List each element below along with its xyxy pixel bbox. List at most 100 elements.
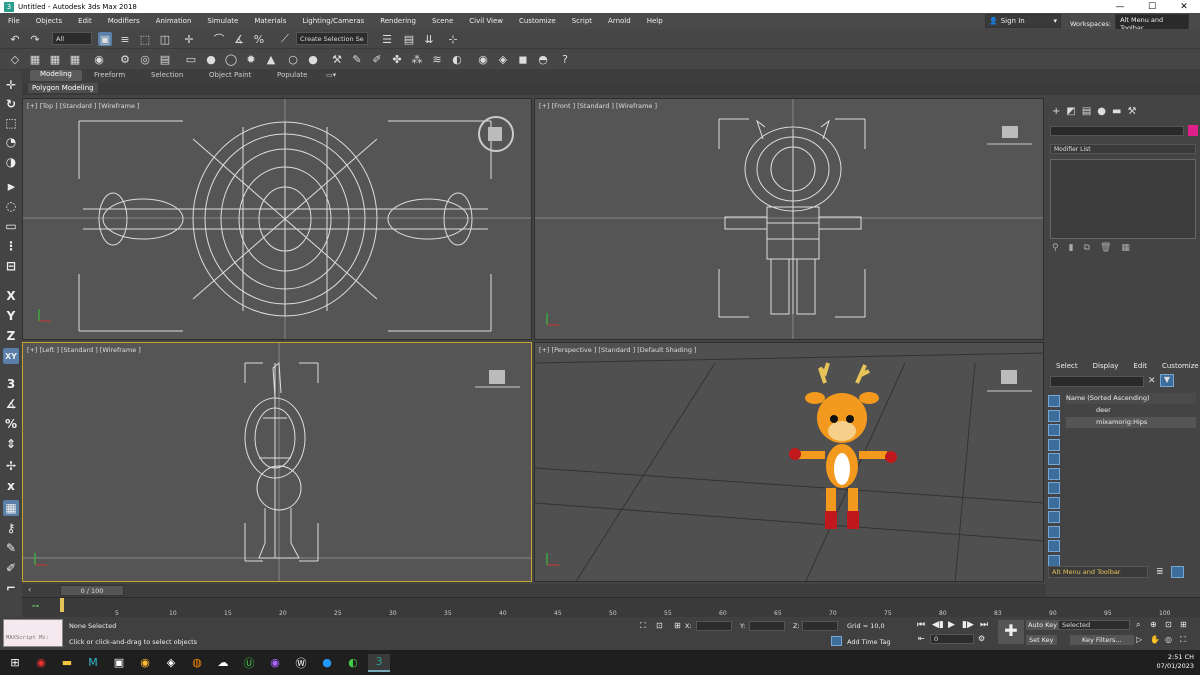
select-object-icon[interactable]: ▣ (98, 32, 112, 46)
z-coord-field[interactable] (802, 621, 838, 631)
axis-x-icon[interactable]: X (3, 288, 19, 304)
previous-key-icon[interactable]: ◀▮ (932, 620, 944, 630)
xform-icon[interactable]: x (3, 478, 19, 494)
scene-object-hips[interactable]: mixamorig:Hips (1066, 417, 1196, 428)
filter-icon[interactable]: ▼ (1160, 374, 1174, 387)
percent-snap-icon[interactable]: % (252, 32, 266, 46)
brush-icon[interactable]: ✐ (370, 52, 384, 66)
time-tag-icon[interactable] (831, 636, 842, 646)
system-clock[interactable]: 2:51 CH 07/01/2023 (1157, 653, 1194, 671)
photo-app-icon[interactable]: ▣ (108, 654, 130, 672)
place-tool-icon[interactable]: ◔ (3, 134, 19, 150)
modifier-icon[interactable]: ⚒ (330, 52, 344, 66)
angle-snap-left-icon[interactable]: ∡ (3, 396, 19, 412)
spacing-icon[interactable]: ⋮ (3, 238, 19, 254)
select-by-name-icon[interactable]: ≡ (118, 32, 132, 46)
maxscript-listener[interactable]: MAXScript Mi: (3, 619, 63, 647)
menu-lighting-cameras[interactable]: Lighting/Cameras (294, 17, 372, 25)
key-icon[interactable]: ⚷ (3, 520, 19, 536)
paint-icon[interactable]: ✎ (350, 52, 364, 66)
orbit-icon[interactable]: ◎ (1165, 635, 1172, 644)
tab-object-paint[interactable]: Object Paint (209, 71, 251, 79)
time-slider[interactable]: 0 / 100 (60, 585, 124, 596)
snaps-3d-icon[interactable]: 3 (3, 376, 19, 392)
move-tool-icon[interactable]: ✛ (3, 77, 19, 93)
isolate-icon[interactable]: ◎ (138, 52, 152, 66)
upwork-icon[interactable]: Ⓤ (238, 654, 260, 672)
display-warps-icon[interactable] (1048, 511, 1060, 523)
maximize-viewport-icon[interactable]: ⛶ (1180, 635, 1186, 645)
maximize-button[interactable]: ☐ (1136, 2, 1168, 12)
modifier-stack[interactable] (1050, 159, 1196, 239)
teapot-icon[interactable]: ◉ (92, 52, 106, 66)
maps-icon[interactable]: ◐ (342, 654, 364, 672)
render-setup-icon[interactable]: ▦ (28, 52, 42, 66)
menu-edit[interactable]: Edit (70, 17, 100, 25)
viewport-perspective[interactable]: [+] [Perspective ] [Standard ] [Default … (534, 342, 1044, 582)
track-bar[interactable]: ⊶ 5 10 15 20 25 30 35 40 45 50 55 60 65 … (22, 597, 1200, 617)
named-selection-set-dropdown[interactable]: Create Selection Se (296, 32, 368, 45)
display-helpers-icon[interactable] (1048, 496, 1060, 509)
display-cameras-icon[interactable] (1048, 482, 1060, 494)
utilities-tab-icon[interactable]: ⚒ (1127, 106, 1136, 117)
x-coord-field[interactable] (696, 621, 732, 631)
pivot-tool-icon[interactable]: ◑ (3, 154, 19, 170)
time-config-icon[interactable]: ⚙ (978, 634, 985, 643)
menu-help[interactable]: Help (639, 17, 671, 25)
viewport-top[interactable]: [+] [Top ] [Standard ] [Wireframe ] (22, 98, 532, 340)
scale-tool-icon[interactable]: ⬚ (3, 115, 19, 131)
blend-icon[interactable]: ⁂ (410, 52, 424, 66)
hair-icon[interactable]: ≋ (430, 52, 444, 66)
environment-icon[interactable]: ◼ (516, 52, 530, 66)
help-icon[interactable]: ? (558, 52, 572, 66)
file-explorer-icon[interactable]: ▬ (56, 654, 78, 672)
fov-icon[interactable]: ▷ (1136, 635, 1142, 644)
set-key-big-icon[interactable]: ✚ (998, 620, 1024, 644)
hierarchy-tab-icon[interactable]: ▤ (1082, 106, 1091, 117)
cone-primitive-icon[interactable]: ▲ (264, 52, 278, 66)
motion-tab-icon[interactable]: ● (1097, 106, 1106, 117)
create-tab-icon[interactable]: + (1052, 106, 1060, 117)
unity-icon[interactable]: ◈ (160, 654, 182, 672)
circle-shape-icon[interactable]: ○ (286, 52, 300, 66)
tab-selection[interactable]: Selection (151, 71, 183, 79)
auto-key-button[interactable]: Auto Key (1026, 620, 1059, 630)
menu-modifiers[interactable]: Modifiers (100, 17, 148, 25)
isolate-selection-icon[interactable]: ⛶ (640, 621, 646, 631)
maya-icon[interactable]: M (82, 654, 104, 672)
polygon-modeling-label[interactable]: Polygon Modeling (28, 83, 98, 93)
render-icon[interactable]: ◉ (476, 52, 490, 66)
menu-customize[interactable]: Customize (511, 17, 564, 25)
y-coord-field[interactable] (749, 621, 785, 631)
edit-named-selection-icon[interactable]: ⟋ (278, 32, 292, 46)
spinner-snap-icon[interactable]: ⇕ (3, 436, 19, 452)
sign-in-button[interactable]: 👤 Sign In ▾ (985, 14, 1061, 28)
schematic-view-icon[interactable]: ⊹ (446, 32, 460, 46)
make-unique-icon[interactable]: ⧉ (1084, 243, 1090, 253)
key-filters-button[interactable]: Key Filters... (1070, 635, 1134, 645)
zalo-icon[interactable]: ● (316, 654, 338, 672)
tab-modeling[interactable]: Modeling (30, 70, 82, 81)
display-none-icon[interactable] (1048, 395, 1060, 407)
go-to-end-icon[interactable]: ⏭ (980, 620, 988, 630)
absolute-mode-icon[interactable]: ⊞ (674, 621, 681, 630)
torus-primitive-icon[interactable]: ◯ (224, 52, 238, 66)
viewport-front[interactable]: [+] [Front ] [Standard ] [Wireframe ] (534, 98, 1044, 340)
pin-stack-icon[interactable]: ⚲ (1052, 243, 1059, 253)
remove-modifier-icon[interactable]: 🗑 (1100, 243, 1111, 253)
windows-start-icon[interactable]: ⊞ (4, 654, 26, 672)
menu-civil-view[interactable]: Civil View (461, 17, 511, 25)
menu-scene[interactable]: Scene (424, 17, 461, 25)
selected-dropdown[interactable]: Selected (1058, 620, 1130, 630)
set-key-button[interactable]: Set Key (1026, 635, 1057, 645)
zoom-extents-icon[interactable]: ⊡ (1165, 620, 1172, 629)
rectangular-selection-icon[interactable]: ⬚ (138, 32, 152, 46)
render-frame-icon[interactable]: ◈ (496, 52, 510, 66)
display-all-icon[interactable] (1048, 409, 1060, 422)
cloud-app-icon[interactable]: ☁ (212, 654, 234, 672)
tab-customize[interactable]: Customize (1162, 362, 1199, 370)
angle-snap-icon[interactable]: ∡ (232, 32, 246, 46)
scene-object-deer[interactable]: deer (1066, 405, 1196, 416)
display-geometry-icon[interactable] (1048, 438, 1060, 451)
mirror-icon[interactable]: ⫸ (3, 178, 19, 194)
